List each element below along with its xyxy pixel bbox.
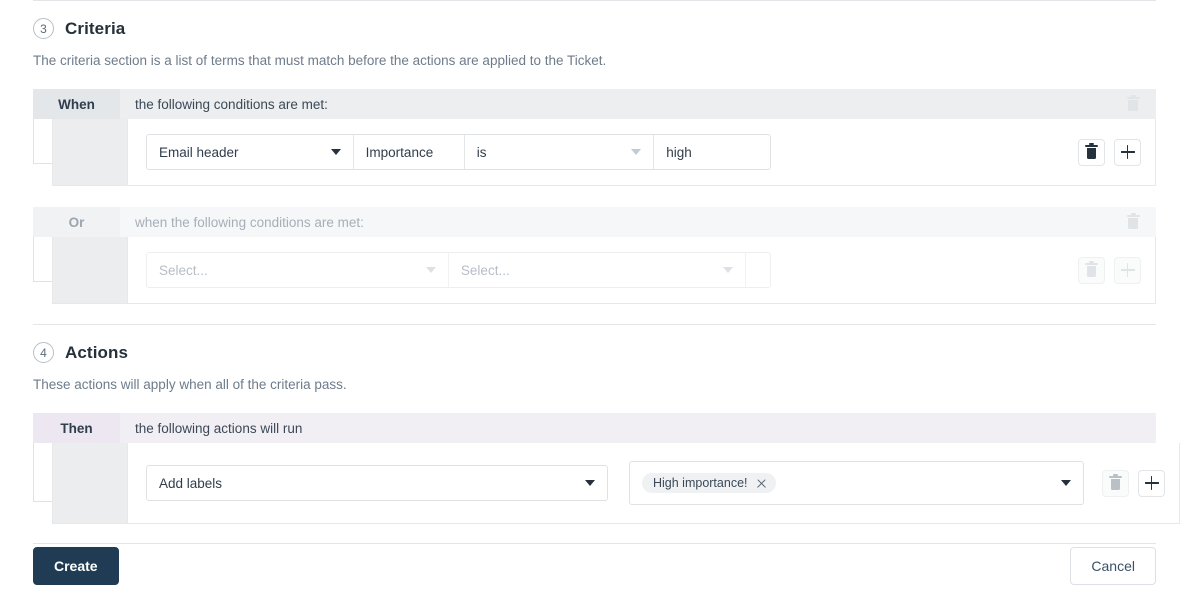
delete-condition-button[interactable] <box>1078 138 1105 166</box>
actions-section-header: 4 Actions <box>0 325 1189 363</box>
or-condition-field-select[interactable]: Select... <box>147 253 449 287</box>
chevron-down-icon <box>585 480 595 486</box>
or-delete-condition-button <box>1078 256 1105 284</box>
or-add-condition-button <box>1114 256 1141 284</box>
criteria-description: The criteria section is a list of terms … <box>33 53 607 68</box>
or-condition-row: Select... Select... <box>52 237 1156 304</box>
trash-icon <box>1085 261 1098 277</box>
when-conditions-bar: When the following conditions are met: <box>33 89 1156 119</box>
actions-title: Actions <box>65 342 129 362</box>
when-bar-delete-button <box>1110 89 1156 119</box>
or-condition-operator-placeholder: Select... <box>460 262 510 278</box>
or-row-fields: Select... Select... <box>128 237 1062 303</box>
or-condition-operator-select[interactable]: Select... <box>449 253 746 287</box>
or-row-gutter <box>53 237 128 303</box>
or-keyword: Or <box>33 207 120 237</box>
condition-value-text: high <box>666 144 692 160</box>
condition-field-value: Email header <box>159 144 239 160</box>
action-type-select[interactable]: Add labels <box>146 465 608 501</box>
plus-icon <box>1144 476 1159 490</box>
chevron-down-icon <box>1061 480 1071 486</box>
then-row-gutter <box>53 443 128 523</box>
condition-value-input[interactable]: high <box>654 135 770 169</box>
chevron-down-icon <box>723 267 733 273</box>
when-condition-fieldgroup: Email header Importance is high <box>146 134 771 170</box>
when-keyword: When <box>33 89 120 119</box>
then-action-row-wrap: Add labels High importance! <box>33 443 1180 524</box>
chevron-down-icon <box>425 267 436 273</box>
when-row-fields: Email header Importance is high <box>128 119 1062 185</box>
condition-operator-select[interactable]: is <box>465 135 655 169</box>
label-chip-text: High importance! <box>653 476 748 490</box>
trash-icon <box>1085 143 1098 159</box>
or-condition-fieldgroup: Select... Select... <box>146 252 771 288</box>
when-row-connector <box>33 119 52 186</box>
then-keyword: Then <box>33 413 120 443</box>
when-bar-text: the following conditions are met: <box>135 96 328 112</box>
action-type-value: Add labels <box>159 475 223 491</box>
then-actions-bar: Then the following actions will run <box>33 413 1156 443</box>
or-row-connector <box>33 237 52 304</box>
add-condition-button[interactable] <box>1114 138 1141 166</box>
or-row-action-buttons <box>1062 237 1155 303</box>
or-condition-value-input[interactable] <box>746 253 770 287</box>
then-row-action-buttons <box>1084 443 1179 523</box>
form-footer: Create Cancel <box>0 533 1189 599</box>
plus-icon <box>1120 263 1135 277</box>
close-icon[interactable] <box>756 478 767 489</box>
label-chip[interactable]: High importance! <box>642 473 776 493</box>
cancel-button[interactable]: Cancel <box>1070 547 1156 585</box>
condition-header-name-input[interactable]: Importance <box>354 135 465 169</box>
criteria-step-badge: 3 <box>33 18 54 39</box>
then-row-connector <box>33 443 52 524</box>
chevron-down-icon <box>631 149 642 155</box>
or-condition-row-wrap: Select... Select... <box>33 237 1156 304</box>
when-condition-row: Email header Importance is high <box>52 119 1156 186</box>
criteria-section-header: 3 Criteria <box>0 1 1189 39</box>
delete-action-button <box>1102 469 1129 497</box>
then-action-row: Add labels High importance! <box>52 443 1180 524</box>
plus-icon <box>1120 145 1135 159</box>
then-bar-spacer <box>1110 413 1156 443</box>
when-condition-row-wrap: Email header Importance is high <box>33 119 1156 186</box>
when-row-gutter <box>53 119 128 185</box>
trash-icon <box>1126 95 1140 111</box>
create-button[interactable]: Create <box>33 547 119 585</box>
action-labels-select[interactable]: High importance! <box>629 461 1084 505</box>
chevron-down-icon <box>330 149 341 155</box>
add-action-button[interactable] <box>1138 469 1165 497</box>
when-row-action-buttons <box>1062 119 1155 185</box>
or-condition-field-placeholder: Select... <box>159 262 208 278</box>
criteria-title: Criteria <box>65 18 126 38</box>
trash-icon <box>1109 474 1122 490</box>
automation-rule-editor: 3 Criteria The criteria section is a lis… <box>0 0 1189 599</box>
or-conditions-bar: Or when the following conditions are met… <box>33 207 1156 237</box>
actions-description: These actions will apply when all of the… <box>33 377 347 392</box>
trash-icon <box>1126 213 1140 229</box>
condition-operator-value: is <box>476 144 487 160</box>
condition-field-select[interactable]: Email header <box>147 135 354 169</box>
or-bar-text: when the following conditions are met: <box>135 214 364 230</box>
or-bar-delete-button <box>1110 207 1156 237</box>
actions-step-badge: 4 <box>33 342 54 363</box>
then-bar-text: the following actions will run <box>135 420 303 436</box>
then-row-fields: Add labels High importance! <box>128 443 1084 523</box>
condition-header-name-value: Importance <box>365 144 434 160</box>
